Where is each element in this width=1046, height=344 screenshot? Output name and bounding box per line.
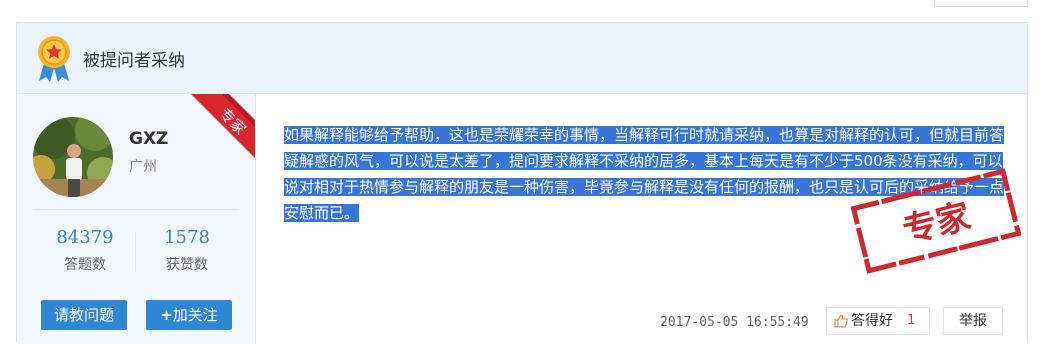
panel-header: 被提问者采纳 — [17, 23, 1027, 94]
follow-button[interactable]: +加关注 — [146, 300, 232, 330]
avatar-photo — [33, 117, 113, 197]
answer-count-value: 84379 — [56, 227, 114, 248]
follow-button-label: 加关注 — [172, 306, 218, 324]
expert-ribbon: 专家 — [191, 94, 255, 158]
like-count-stat: 1578 获赞数 — [137, 227, 237, 274]
stat-divider — [135, 232, 136, 272]
answer-timestamp: 2017-05-05 16:55:49 — [660, 315, 809, 330]
ask-question-button[interactable]: 请教问题 — [41, 300, 127, 330]
expert-stamp-label: 专家 — [899, 196, 975, 251]
good-answer-count: 1 — [907, 313, 916, 328]
accepted-answer-panel: 被提问者采纳 GXZ 广州 专家 84379 答题数 1578 获赞数 请教问题… — [16, 22, 1028, 344]
panel-title: 被提问者采纳 — [83, 51, 185, 71]
answer-count-stat: 84379 答题数 — [35, 227, 135, 274]
good-answer-button[interactable]: 答得好 1 — [826, 307, 930, 335]
good-answer-label: 答得好 — [851, 313, 893, 329]
medal-icon — [38, 36, 70, 82]
avatar[interactable] — [33, 117, 113, 197]
top-edge-box — [934, 0, 1028, 7]
like-count-label: 获赞数 — [166, 257, 208, 273]
thumb-up-icon — [834, 314, 848, 328]
like-count-value: 1578 — [164, 227, 210, 248]
answer-area: 如果解释能够给予帮助，这也是荣耀荣幸的事情，当解释可行时就请采纳，也算是对解释的… — [256, 94, 1027, 344]
plus-icon: + — [160, 306, 173, 324]
answer-count-label: 答题数 — [64, 257, 106, 273]
user-name[interactable]: GXZ — [129, 129, 168, 149]
divider — [33, 209, 239, 210]
user-location: 广州 — [129, 159, 157, 175]
user-card: GXZ 广州 专家 84379 答题数 1578 获赞数 请教问题 +加关注 — [17, 94, 256, 344]
report-button[interactable]: 举报 — [943, 307, 1003, 335]
